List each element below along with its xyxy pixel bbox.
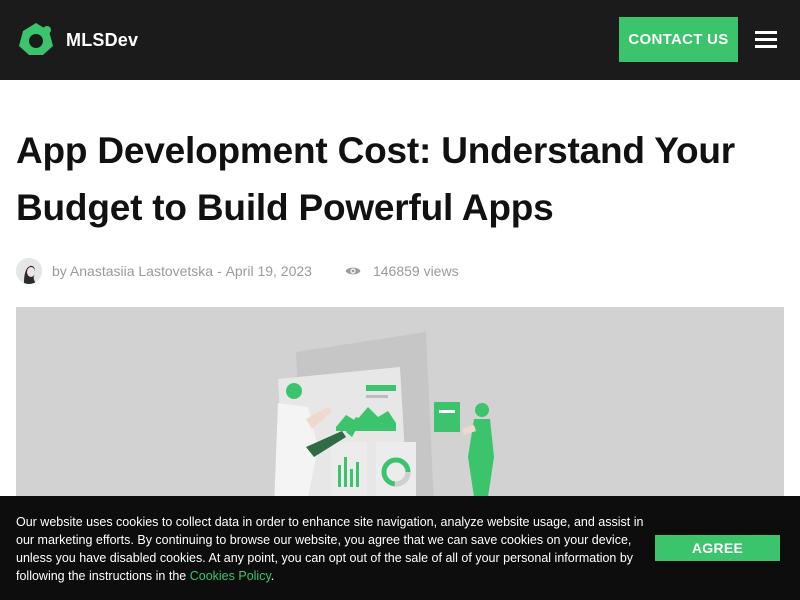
article-title: App Development Cost: Understand Your Bu… [16, 122, 776, 236]
author-avatar[interactable] [16, 258, 42, 284]
author-byline[interactable]: by Anastasiia Lastovetska [52, 263, 213, 279]
title-line-1: App Development Cost: Understand Your [16, 130, 735, 171]
site-header: MLSDev CONTACT US [0, 0, 800, 80]
views-counter: 146859 views [345, 263, 459, 279]
eye-icon [345, 267, 361, 275]
cookie-text: Our website uses cookies to collect data… [16, 513, 646, 585]
article-meta: by Anastasiia Lastovetska - April 19, 20… [16, 258, 459, 284]
mlsdev-logo-icon [19, 23, 53, 55]
meta-separator: - [213, 263, 226, 279]
cookie-banner: Our website uses cookies to collect data… [0, 496, 800, 600]
cookies-policy-link[interactable]: Cookies Policy [190, 569, 271, 583]
logo-text: MLSDev [66, 29, 139, 50]
cookie-message: Our website uses cookies to collect data… [16, 515, 644, 583]
agree-button[interactable]: AGREE [655, 535, 780, 561]
contact-us-button[interactable]: CONTACT US [619, 17, 738, 62]
views-count: 146859 views [372, 263, 459, 279]
publish-date: April 19, 2023 [225, 263, 312, 279]
cookie-text-end: . [270, 569, 275, 583]
logo[interactable]: MLSDev [16, 20, 138, 60]
hamburger-menu-icon[interactable] [755, 31, 777, 49]
title-line-2: Budget to Build Powerful Apps [16, 187, 554, 228]
